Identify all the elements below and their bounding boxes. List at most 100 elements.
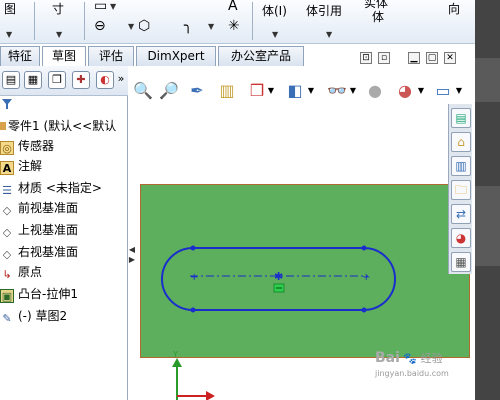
chevron-down-icon[interactable]: ▼ [110,2,116,11]
chevron-down-icon[interactable]: ▼ [326,30,332,39]
minimize-icon[interactable]: ▁ [408,52,420,64]
chevron-down-icon[interactable]: ▼ [6,30,12,39]
sketch-point[interactable] [361,245,367,251]
feature-manager-panel: ▤ ▦ ❐ ✚ ◐ » 零件1 (默认<<默认 ◎ 传感器 A 注解 ☰ 材质 <未指… [0,66,128,400]
sketch-point[interactable] [190,307,196,313]
feature-manager-tab-icon[interactable]: ▤ [2,71,20,89]
slot-tool-icon[interactable]: ⊖ [94,18,106,34]
restore-icon[interactable]: ⊡ [360,52,372,64]
search-icon[interactable]: ⇄ [451,204,471,224]
expand-arrow-icon[interactable]: » [116,71,126,89]
rectangle-tool-icon[interactable]: ▭ [94,0,107,14]
ribbon-label-ti[interactable]: 体(I) [262,2,287,19]
chevron-down-icon[interactable]: ▼ [128,22,134,31]
chevron-down-icon[interactable]: ▼ [208,22,214,31]
chevron-down-icon[interactable]: ▼ [416,80,426,102]
panel-splitter[interactable]: ◀ ▶ [128,245,136,275]
slot-end-point-marker: + [190,272,198,283]
tree-item-label: 右视基准面 [18,245,79,259]
edit-appearance-icon[interactable]: ● [364,80,386,102]
task-pane: ▤ ⌂ ▥ 🗀 ⇄ ◕ ▦ [448,104,472,274]
paw-icon: 🐾 [403,352,418,365]
chevron-down-icon[interactable]: ▼ [454,80,464,102]
feature-manager-tabs: ▤ ▦ ❐ ✚ ◐ » [0,66,128,96]
slot-end-point-marker: + [362,272,370,283]
home-icon[interactable]: ⌂ [451,132,471,152]
heads-up-view-toolbar: 🔍 🔎 ✒ ▥ ❒ ▼ ◧ ▼ 👓 ▼ ● ◕ ▼ ▭ ▼ [130,78,475,104]
ribbon-label-xiang[interactable]: 向 [448,0,460,17]
sketch-point[interactable] [361,307,367,313]
tree-item-front-plane[interactable]: ◇ 前视基准面 [0,198,128,218]
ribbon-label-tu[interactable]: 图 [4,0,16,17]
tile-icon[interactable]: ▫ [378,52,390,64]
view-orientation-icon[interactable]: ❒ [246,80,268,102]
tab-features[interactable]: 特征 [0,46,40,66]
point-tool-icon[interactable]: ✳ [228,18,240,34]
section-view-icon[interactable]: ▥ [216,80,238,102]
polygon-tool-icon[interactable]: ⬡ [138,18,150,34]
zoom-to-fit-icon[interactable]: 🔍 [132,80,154,102]
design-library-icon[interactable]: ▥ [451,156,471,176]
tab-sketch[interactable]: 草图 [42,46,86,67]
tree-item-label: 零件1 (默认<<默认 [8,119,117,133]
close-icon[interactable]: ✕ [444,52,456,64]
command-manager-ribbon: 图 ▼ 寸 ▼ ▭ ▼ ⊖ ▼ ⬡ ╮ ▼ A ✳ 体(I) ▼ 体引用 ▼ 实… [0,0,475,44]
y-axis-label: Y [172,350,178,359]
property-manager-tab-icon[interactable]: ▦ [24,71,42,89]
chevron-down-icon[interactable]: ▼ [56,30,62,39]
tab-dimxpert[interactable]: DimXpert [136,46,216,66]
display-manager-tab-icon[interactable]: ◐ [96,71,114,89]
chevron-down-icon[interactable]: ▼ [272,30,278,39]
extrude-icon: ▣ [0,289,14,303]
tab-evaluate[interactable]: 评估 [88,46,134,66]
hide-show-items-icon[interactable]: 👓 [326,80,348,102]
tree-item-right-plane[interactable]: ◇ 右视基准面 [0,242,128,262]
tree-item-extrude[interactable]: ▣ 凸台-拉伸1 [0,284,128,304]
chevron-down-icon[interactable]: ▼ [306,80,316,102]
tree-item-label: 凸台-拉伸1 [18,287,78,301]
sketch-icon: ✎ [2,312,12,325]
material-icon: ☰ [2,184,12,197]
ribbon-label-tiyinyong[interactable]: 体引用 [306,2,342,19]
tree-item-annotations[interactable]: A 注解 [0,156,128,176]
previous-view-icon[interactable]: ✒ [186,80,208,102]
appearances-icon[interactable]: ◕ [451,228,471,248]
tree-item-label: 上视基准面 [18,223,79,237]
tree-item-top-plane[interactable]: ◇ 上视基准面 [0,220,128,240]
maximize-icon[interactable]: ▢ [426,52,438,64]
chevron-down-icon[interactable]: ▼ [266,80,276,102]
text-tool-icon[interactable]: A [228,0,238,14]
tree-item-sensors[interactable]: ◎ 传感器 [0,136,128,156]
apply-scene-icon[interactable]: ◕ [394,80,416,102]
file-explorer-icon[interactable]: 🗀 [451,180,471,200]
tree-item-origin[interactable]: ↳ 原点 [0,262,128,282]
ribbon-label-cun[interactable]: 寸 [52,0,64,17]
background-panel [475,186,500,266]
view-settings-icon[interactable]: ▭ [432,80,454,102]
tab-office-products[interactable]: 办公室产品 [218,46,304,66]
plane-icon: ◇ [2,248,12,261]
configuration-manager-tab-icon[interactable]: ❐ [48,71,66,89]
tree-item-material[interactable]: ☰ 材质 <未指定> [0,178,128,198]
chevron-down-icon[interactable]: ▼ [348,80,358,102]
background-window [475,0,500,400]
baidu-watermark: Bai 🐾 经验 jingyan.baidu.com [375,350,475,390]
watermark-jingyan: 经验 [420,352,443,365]
dimxpert-manager-tab-icon[interactable]: ✚ [72,71,90,89]
ribbon-separator [252,2,253,40]
tree-item-part[interactable]: 零件1 (默认<<默认 [0,116,128,136]
zoom-to-area-icon[interactable]: 🔎 [158,80,180,102]
tree-item-label: 材质 <未指定> [18,181,102,195]
ribbon-label-ti2[interactable]: 体 [372,8,384,25]
display-style-icon[interactable]: ◧ [284,80,306,102]
fillet-tool-icon[interactable]: ╮ [184,18,192,34]
solidworks-resources-icon[interactable]: ▤ [451,108,471,128]
plane-icon: ◇ [2,204,12,217]
tree-item-sketch2[interactable]: ✎ (-) 草图2 [0,306,128,326]
filter-icon[interactable] [0,98,128,110]
sensor-icon: ◎ [0,141,14,155]
command-tabs: 特征 草图 评估 DimXpert 办公室产品 [0,44,350,67]
x-axis-arrowhead [206,391,215,400]
custom-properties-icon[interactable]: ▦ [451,252,471,272]
sketch-point[interactable] [190,245,196,251]
